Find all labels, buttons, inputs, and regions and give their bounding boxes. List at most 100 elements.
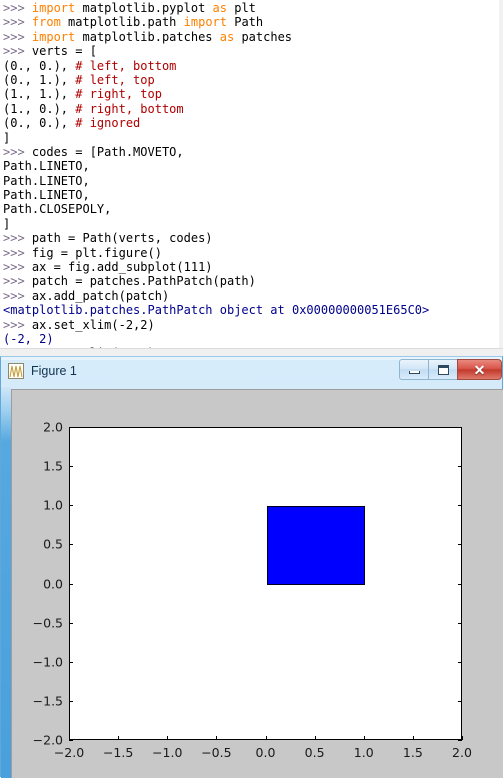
- y-axis-tick: [69, 544, 73, 546]
- console-token: ]: [3, 216, 11, 231]
- console-line: ]: [3, 131, 429, 145]
- console-line: >>> fig = plt.figure(): [3, 246, 429, 260]
- python-console[interactable]: >>> import matplotlib.pyplot as plt >>> f…: [0, 0, 503, 350]
- console-token: ax.add_patch(patch): [31, 288, 170, 303]
- console-vertical-scrollbar[interactable]: [499, 0, 503, 350]
- console-line: >>> patch = patches.PathPatch(path): [3, 274, 429, 288]
- y-axis-tick-right: [458, 466, 462, 468]
- x-axis-tick-label: −1.0: [152, 745, 183, 760]
- close-button[interactable]: ✕: [457, 359, 502, 380]
- console-token: # ignored: [75, 116, 141, 131]
- console-token: plt: [227, 1, 256, 15]
- x-axis-tick: [314, 736, 316, 740]
- path-patch-rectangle: [266, 506, 365, 585]
- console-line: Path.LINETO,: [3, 159, 429, 173]
- x-axis-tick: [216, 736, 218, 740]
- figure-window-titlebar[interactable]: Figure 1 ✕: [1, 358, 503, 387]
- figure-canvas[interactable]: −2.0 −1.5 −1.0 −0.5 0.0 0.5 1.0 1.5 2.0 −2.0 −1.5−…: [11, 389, 503, 778]
- figure-window[interactable]: Figure 1 ✕ −2.0 −1.5 −1.0 −0.5 0.0 0.5 1.0 1.5 2…: [0, 356, 503, 778]
- y-axis-tick-label: −0.5: [32, 615, 63, 631]
- window-left-border: [1, 387, 11, 778]
- y-axis-tick-label: −1.0: [32, 654, 63, 670]
- y-axis-tick-label: 1.5: [43, 458, 63, 474]
- maximize-icon: [437, 364, 449, 375]
- console-token: import: [31, 1, 76, 15]
- console-line: ]: [3, 217, 429, 231]
- x-axis-tick: [363, 736, 365, 740]
- console-token: as: [219, 29, 235, 44]
- console-token: matplotlib.patches: [75, 29, 220, 44]
- console-line: Path.LINETO,: [3, 188, 429, 202]
- figure-window-title: Figure 1: [31, 364, 77, 378]
- console-line: >>> verts = [: [3, 44, 429, 58]
- console-token: >>>: [3, 288, 32, 303]
- console-line: >>> import matplotlib.pyplot as plt: [3, 1, 429, 15]
- console-line: >>> path = Path(verts, codes): [3, 231, 429, 245]
- x-axis-tick: [167, 736, 169, 740]
- console-line: >>> ax.set_xlim(-2,2): [3, 318, 429, 332]
- console-token: path = Path(verts, codes): [31, 231, 213, 246]
- y-axis-tick-right: [458, 622, 462, 624]
- console-token: (-2, 2): [3, 331, 54, 346]
- x-axis-tick-label: 0.5: [304, 745, 325, 760]
- console-token: (1., 1.),: [3, 87, 76, 102]
- console-line: (-2, 2): [3, 332, 429, 346]
- console-token: <matplotlib.patches.PathPatch object at …: [3, 303, 430, 318]
- y-axis-tick-right: [458, 544, 462, 546]
- console-line: >>> ax = fig.add_subplot(111): [3, 260, 429, 274]
- console-token: >>>: [3, 260, 32, 275]
- plot-axes[interactable]: [69, 427, 462, 740]
- console-token: >>>: [3, 144, 32, 159]
- y-axis-tick-right: [458, 583, 462, 585]
- x-axis-tick: [118, 736, 120, 740]
- x-axis-tick-label: 1.0: [353, 745, 374, 760]
- console-token: Path.CLOSEPOLY,: [3, 202, 112, 217]
- console-token: import: [31, 29, 76, 44]
- console-token: ]: [3, 130, 11, 145]
- console-line: (1., 0.), # right, bottom: [3, 102, 429, 116]
- console-token: >>>: [3, 231, 32, 246]
- console-token: (0., 0.),: [3, 116, 76, 131]
- y-axis-tick-right: [458, 661, 462, 663]
- x-axis-tick-label: 1.5: [402, 745, 423, 760]
- console-token: (1., 0.),: [3, 101, 76, 116]
- y-axis-tick-label: 1.0: [43, 497, 63, 513]
- y-axis-tick-right: [458, 427, 462, 428]
- y-axis-tick-label: −1.5: [32, 693, 63, 709]
- y-axis-tick: [69, 466, 73, 468]
- y-axis-tick-right: [458, 740, 462, 741]
- console-token: (0., 1.),: [3, 72, 76, 87]
- console-line: >>> ax.add_patch(patch): [3, 289, 429, 303]
- console-token: >>>: [3, 317, 32, 332]
- console-token: # right, top: [75, 87, 162, 102]
- console-token: import: [183, 15, 227, 30]
- matplotlib-logo-icon: [8, 363, 24, 379]
- console-token: (0., 0.),: [3, 58, 76, 73]
- console-token: ax.set_xlim(-2,2): [31, 317, 155, 332]
- console-token: codes = [Path.MOVETO,: [31, 144, 184, 159]
- y-axis-tick-label: 0.0: [43, 576, 63, 591]
- y-axis-tick: [69, 700, 73, 702]
- window-controls[interactable]: ✕: [399, 359, 502, 381]
- console-token: ax = fig.add_subplot(111): [31, 260, 213, 275]
- console-line: >>> codes = [Path.MOVETO,: [3, 145, 429, 159]
- maximize-button[interactable]: [428, 359, 457, 380]
- console-line: (0., 0.), # ignored: [3, 116, 429, 130]
- y-axis-tick: [69, 583, 73, 585]
- y-axis-tick-right: [458, 505, 462, 507]
- y-axis-tick: [69, 661, 73, 663]
- console-token: patches: [234, 29, 293, 44]
- console-token: verts = [: [31, 44, 97, 59]
- console-token: Path: [227, 15, 264, 30]
- console-token: patch = patches.PathPatch(path): [31, 274, 256, 289]
- titlebar-left-group: Figure 1: [8, 363, 77, 379]
- console-token: >>>: [3, 274, 32, 289]
- console-line: >>> from matplotlib.path import Path: [3, 15, 429, 29]
- console-token: >>>: [3, 1, 32, 15]
- console-token: Path.LINETO,: [3, 173, 90, 188]
- minimize-button[interactable]: [399, 359, 428, 380]
- console-output-text: >>> import matplotlib.pyplot as plt >>> f…: [3, 1, 429, 350]
- console-line: >>> import matplotlib.patches as patches: [3, 30, 429, 44]
- console-token: >>>: [3, 44, 32, 59]
- y-axis-tick-label: −2.0: [32, 732, 63, 748]
